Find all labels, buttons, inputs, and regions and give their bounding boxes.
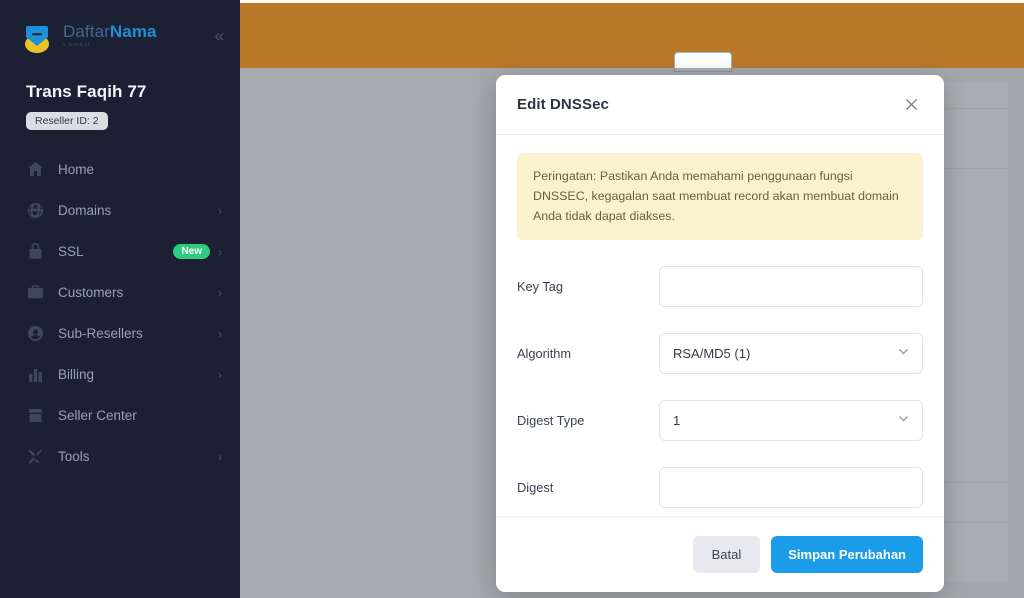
dnssec-form: Key Tag Algorithm RSA/MD5 (1) Digest Type 1 D… (517, 266, 923, 509)
chevron-right-icon: › (218, 367, 222, 382)
key-tag-input[interactable] (659, 266, 923, 308)
modal-footer: Batal Simpan Perubahan (496, 516, 944, 592)
close-icon[interactable] (898, 92, 924, 118)
sidebar-item-label: Tools (58, 449, 90, 464)
user-circle-icon (26, 324, 45, 343)
field-label-digest: Digest (517, 480, 554, 496)
algorithm-select[interactable]: RSA/MD5 (1) (659, 333, 923, 375)
field-label-key-tag: Key Tag (517, 279, 564, 295)
sidebar-item-label: Home (58, 162, 95, 177)
lock-icon (26, 242, 45, 261)
algorithm-selected-value: RSA/MD5 (1) (673, 346, 751, 362)
field-digest-type: Digest Type 1 (517, 400, 923, 442)
chevron-right-icon: › (218, 203, 222, 218)
sidebar-item-ssl[interactable]: SSL New › (0, 231, 240, 272)
field-control-digest-type: 1 (659, 400, 923, 442)
modal-body: Peringatan: Pastikan Anda memahami pengg… (496, 135, 944, 516)
sidebar-item-tools[interactable]: Tools › (0, 436, 240, 477)
chevron-right-icon: › (218, 244, 222, 259)
field-control-key-tag (659, 266, 923, 308)
logo-wordmark: DaftarNama a brand of (63, 23, 157, 48)
chevron-right-icon: › (218, 449, 222, 464)
field-label-digest-type: Digest Type (517, 413, 585, 429)
field-key-tag: Key Tag (517, 266, 923, 308)
field-control-digest (659, 467, 923, 509)
logo-subtitle: a brand of (63, 41, 90, 48)
modal-title: Edit DNSSec (517, 96, 609, 113)
field-digest: Digest (517, 467, 923, 509)
briefcase-icon (26, 283, 45, 302)
digest-type-select[interactable]: 1 (659, 400, 923, 442)
field-algorithm: Algorithm RSA/MD5 (1) (517, 333, 923, 375)
chevron-right-icon: › (218, 326, 222, 341)
app-root: DaftarNama a brand of « Trans Faqih 77 R… (0, 0, 1024, 598)
sidebar-item-label: Domains (58, 203, 112, 218)
modal-header: Edit DNSSec (496, 75, 944, 135)
account-block: Trans Faqih 77 Reseller ID: 2 (0, 70, 240, 130)
sidebar-item-seller-center[interactable]: Seller Center (0, 395, 240, 436)
logo-name-part2: Nama (109, 21, 157, 41)
sidebar-item-label: Billing (58, 367, 95, 382)
topbar-hairline (240, 0, 1024, 3)
sidebar-item-customers[interactable]: Customers › (0, 272, 240, 313)
digest-input[interactable] (659, 467, 923, 509)
sidebar-item-label: Seller Center (58, 408, 137, 423)
dnssec-warning-text: Peringatan: Pastikan Anda memahami pengg… (517, 153, 923, 241)
sidebar-item-badge: New (173, 244, 210, 259)
chart-bars-icon (26, 365, 45, 384)
account-name: Trans Faqih 77 (26, 82, 147, 101)
app-logo[interactable]: DaftarNama a brand of (22, 16, 213, 54)
store-icon (26, 406, 45, 425)
field-label-algorithm: Algorithm (517, 346, 572, 362)
page-topbar (240, 0, 1024, 68)
sidebar-item-sub-resellers[interactable]: Sub-Resellers › (0, 313, 240, 354)
tools-icon (26, 447, 45, 466)
sidebar-item-label: Customers (58, 285, 124, 300)
globe-icon (26, 201, 45, 220)
sidebar: DaftarNama a brand of « Trans Faqih 77 R… (0, 0, 240, 598)
sidebar-item-label: Sub-Resellers (58, 326, 143, 341)
logo-name-part1: Daftar (63, 21, 110, 41)
edit-dnssec-modal: Edit DNSSec Peringatan: Pastikan Anda me… (496, 75, 944, 592)
field-control-algorithm: RSA/MD5 (1) (659, 333, 923, 375)
sidebar-item-billing[interactable]: Billing › (0, 354, 240, 395)
daftarnama-logo-icon (22, 16, 56, 54)
cancel-button[interactable]: Batal (692, 536, 761, 573)
sidebar-item-home[interactable]: Home (0, 149, 240, 190)
home-icon (26, 160, 45, 179)
digest-type-selected-value: 1 (673, 413, 681, 429)
sidebar-nav: Home Domains › SSL New › Customers › Sub-Reselle… (0, 149, 240, 477)
sidebar-header: DaftarNama a brand of « (0, 0, 240, 70)
sidebar-item-label: SSL (58, 244, 84, 259)
chevron-right-icon: › (218, 285, 222, 300)
save-button[interactable]: Simpan Perubahan (771, 536, 923, 573)
sidebar-item-domains[interactable]: Domains › (0, 190, 240, 231)
reseller-id-badge: Reseller ID: 2 (26, 112, 108, 130)
chevron-double-left-icon[interactable]: « (213, 23, 225, 48)
